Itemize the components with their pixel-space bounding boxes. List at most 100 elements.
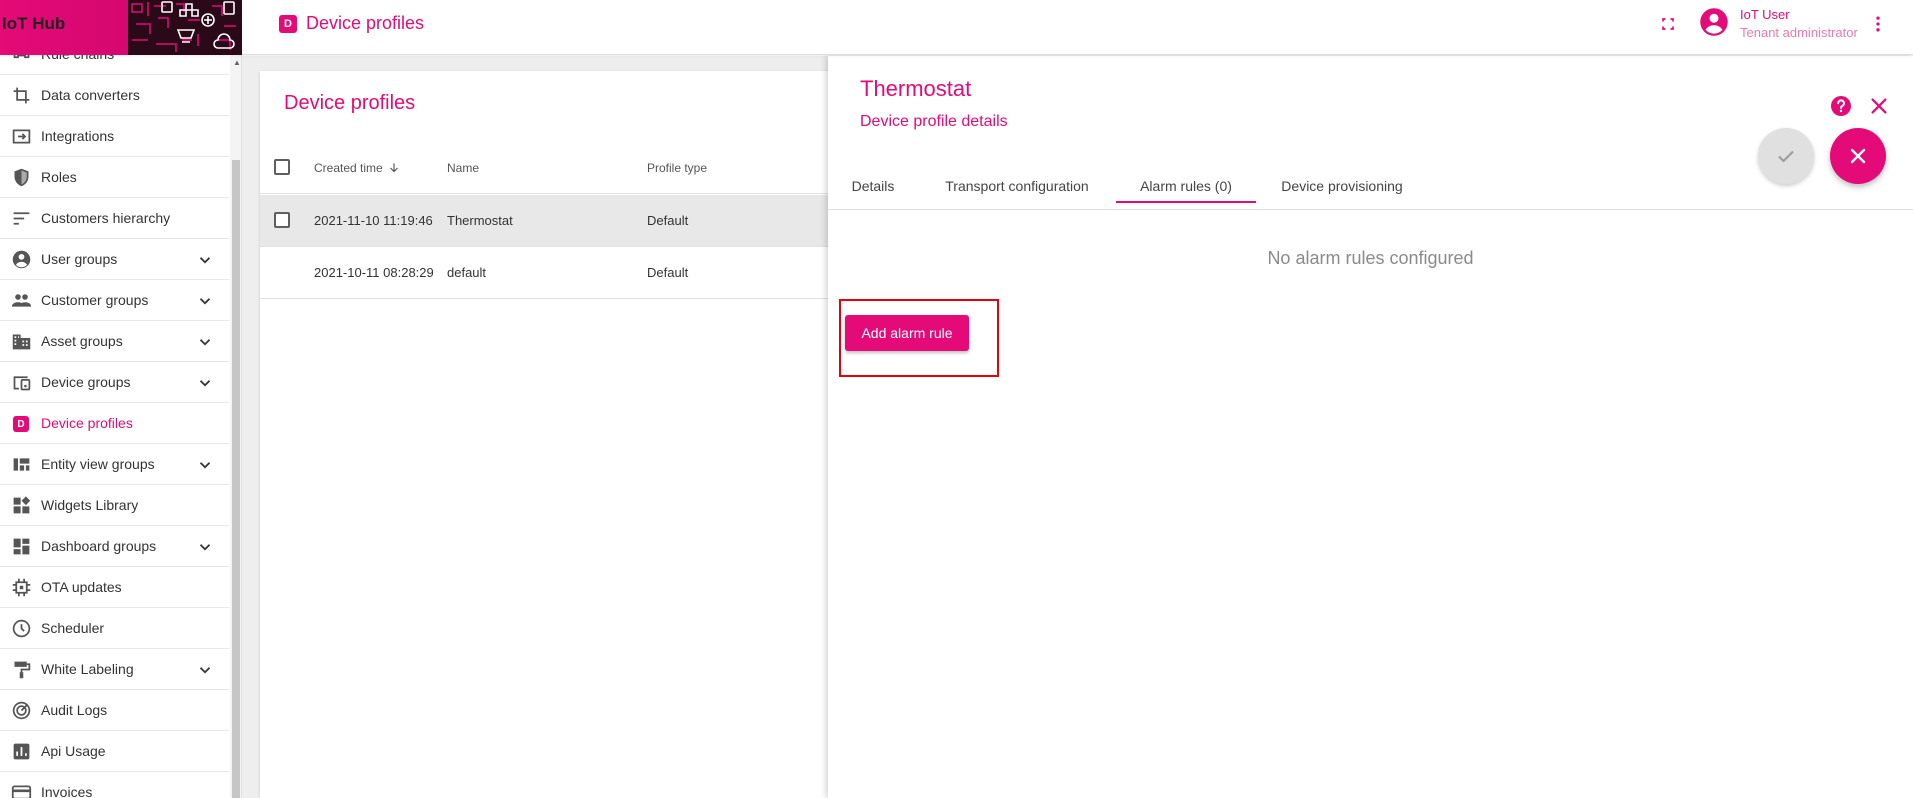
sidebar-item-label: Audit Logs <box>41 702 108 718</box>
account-circle-icon[interactable] <box>1699 7 1729 37</box>
people-icon <box>11 294 32 307</box>
sidebar-item-label: Customer groups <box>41 292 149 308</box>
tab-device-provisioning[interactable]: Device provisioning <box>1256 162 1428 210</box>
chevron-down-icon[interactable] <box>196 538 214 556</box>
sidebar-item-device-profiles[interactable]: D Device profiles <box>0 403 229 444</box>
sidebar-item-scheduler[interactable]: Scheduler <box>0 608 229 649</box>
chevron-down-icon[interactable] <box>196 251 214 269</box>
sidebar-item-label: Scheduler <box>41 620 105 636</box>
row-checkbox[interactable] <box>274 212 290 228</box>
user-role: Tenant administrator <box>1740 25 1858 40</box>
empty-state-message: No alarm rules configured <box>1267 248 1474 268</box>
integrations-icon <box>12 129 31 144</box>
sidebar-item-ota-updates[interactable]: OTA updates <box>0 567 229 608</box>
cell-created-time: 2021-11-10 11:19:46 <box>314 213 433 228</box>
sidebar-item-integrations[interactable]: Integrations <box>0 116 229 157</box>
sidebar-item-label: Rule chains <box>41 55 114 62</box>
chevron-down-icon[interactable] <box>196 374 214 392</box>
user-name[interactable]: IoT User <box>1740 7 1790 22</box>
logo-text: IoT Hub <box>2 14 66 33</box>
table-row[interactable]: 2021-11-10 11:19:46 Thermostat Default <box>260 195 840 247</box>
sidebar-item-user-groups[interactable]: User groups <box>0 239 229 280</box>
app-logo[interactable]: IoT Hub <box>0 0 242 55</box>
chevron-down-icon[interactable] <box>196 456 214 474</box>
view-quilt-icon <box>13 458 30 471</box>
sidebar-item-audit-logs[interactable]: Audit Logs <box>0 690 229 731</box>
sidebar-menu: Rule chains Data converters Integrations Ro… <box>0 55 229 798</box>
fullscreen-icon[interactable] <box>1658 14 1678 34</box>
column-created-time[interactable]: Created time <box>314 161 401 175</box>
add-alarm-rule-button[interactable]: Add alarm rule <box>845 315 969 351</box>
table-title: Device profiles <box>284 92 416 114</box>
column-name[interactable]: Name <box>447 161 479 175</box>
sidebar-item-api-usage[interactable]: Api Usage <box>0 731 229 772</box>
track-changes-icon <box>12 701 31 720</box>
table-row[interactable]: 2021-10-11 08:28:29 default Default <box>260 247 840 299</box>
sidebar-item-label: Dashboard groups <box>41 538 157 554</box>
sidebar-item-label: White Labeling <box>41 661 134 677</box>
details-title: Thermostat <box>860 76 972 101</box>
tab-details[interactable]: Details <box>828 162 918 210</box>
sidebar-item-entity-view-groups[interactable]: Entity view groups <box>0 444 229 485</box>
sidebar-item-rule-chains[interactable]: Rule chains <box>0 55 229 75</box>
memory-icon <box>12 578 31 597</box>
dashboard-icon <box>13 538 30 555</box>
close-icon[interactable] <box>1868 95 1890 117</box>
cell-created-time: 2021-10-11 08:28:29 <box>314 265 434 280</box>
widgets-icon <box>13 496 31 514</box>
domain-icon <box>12 334 31 350</box>
sidebar-item-label: Roles <box>41 169 77 185</box>
sidebar-item-label: Device groups <box>41 374 131 390</box>
device-profile-details-panel: Thermostat Device profile details Detail… <box>828 56 1913 798</box>
account-circle-icon <box>12 250 31 269</box>
logo-pattern-icon <box>128 0 242 55</box>
devices-icon <box>13 376 31 391</box>
chevron-down-icon[interactable] <box>196 292 214 310</box>
sidebar-item-customer-groups[interactable]: Customer groups <box>0 280 229 321</box>
top-toolbar: IoT Hub D Device profiles IoT User Tenan… <box>0 0 1913 55</box>
sidebar-item-label: Integrations <box>41 128 115 144</box>
sort-icon <box>13 212 30 225</box>
select-all-checkbox[interactable] <box>274 159 290 175</box>
details-subtitle: Device profile details <box>860 113 1008 130</box>
help-icon[interactable] <box>1829 94 1853 118</box>
details-tabs: Details Transport configuration Alarm ru… <box>828 162 1913 210</box>
sidebar-item-roles[interactable]: Roles <box>0 157 229 198</box>
sidebar-item-white-labeling[interactable]: White Labeling <box>0 649 229 690</box>
table-header: Created time Name Profile type <box>260 141 840 194</box>
sidebar-item-label: Data converters <box>41 87 140 103</box>
sidebar-item-data-converters[interactable]: Data converters <box>0 75 229 116</box>
active-tab-indicator <box>1116 201 1256 203</box>
format-paint-icon <box>14 661 31 679</box>
page-title-group: D Device profiles <box>279 13 424 34</box>
column-created-time-label: Created time <box>314 161 383 175</box>
sidebar-item-label: OTA updates <box>41 579 122 595</box>
sidebar-item-invoices[interactable]: Invoices <box>0 772 229 798</box>
column-profile-type[interactable]: Profile type <box>647 161 707 175</box>
sidebar-item-device-groups[interactable]: Device groups <box>0 362 229 403</box>
data-converters-icon <box>13 87 30 104</box>
sidebar-item-label: Invoices <box>41 784 93 798</box>
scroll-up-arrow-icon[interactable]: ▲ <box>233 58 241 67</box>
sidebar-item-label: Entity view groups <box>41 456 155 472</box>
sidebar-item-widgets-library[interactable]: Widgets Library <box>0 485 229 526</box>
cell-name: default <box>447 265 487 280</box>
device-profile-badge-icon: D <box>279 14 297 33</box>
sidebar-item-asset-groups[interactable]: Asset groups <box>0 321 229 362</box>
sidebar: Rule chains Data converters Integrations Ro… <box>0 55 242 798</box>
credit-card-icon <box>11 785 32 798</box>
sidebar-item-label: Widgets Library <box>41 497 139 513</box>
sidebar-item-dashboard-groups[interactable]: Dashboard groups <box>0 526 229 567</box>
cell-profile-type: Default <box>647 265 689 280</box>
sidebar-scroll-thumb[interactable] <box>232 160 240 798</box>
chevron-down-icon[interactable] <box>196 333 214 351</box>
shield-icon <box>14 168 29 187</box>
sidebar-item-label: Api Usage <box>41 743 106 759</box>
cell-profile-type: Default <box>647 213 689 228</box>
page-title: Device profiles <box>306 13 425 33</box>
sidebar-item-customers-hierarchy[interactable]: Customers hierarchy <box>0 198 229 239</box>
sidebar-item-label: User groups <box>41 251 118 267</box>
chevron-down-icon[interactable] <box>196 661 214 679</box>
more-vert-icon[interactable] <box>1868 12 1888 36</box>
tab-transport-configuration[interactable]: Transport configuration <box>918 162 1116 210</box>
